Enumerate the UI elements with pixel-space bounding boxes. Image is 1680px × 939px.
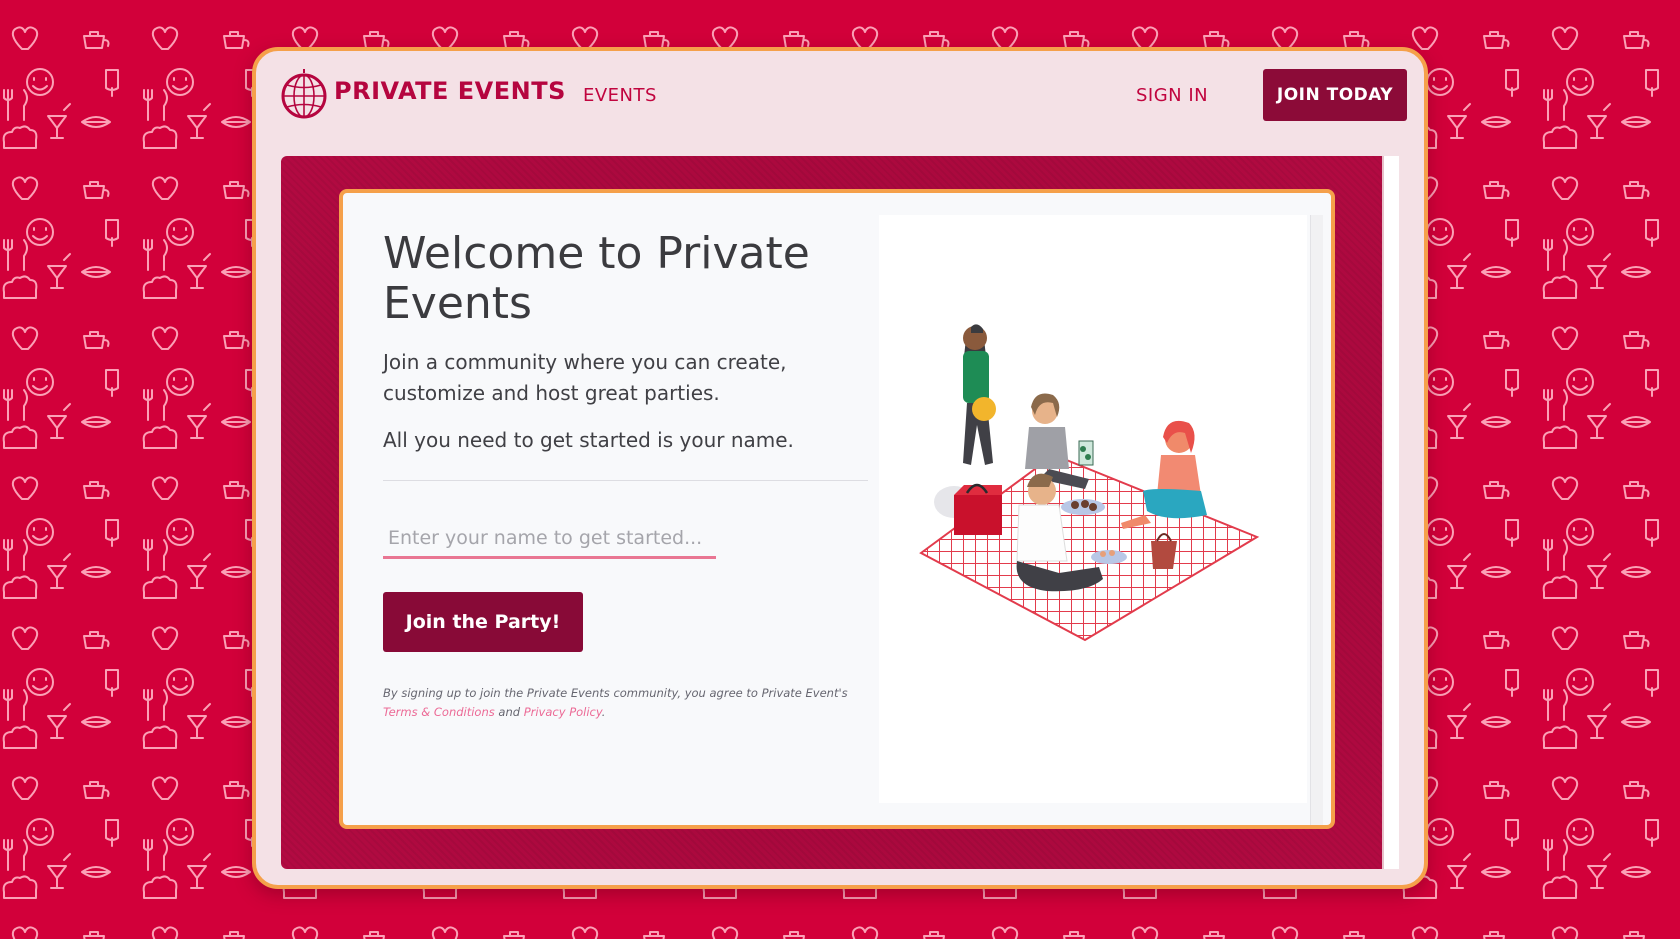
intro-subtext: All you need to get started is your name… [383, 428, 794, 452]
picnic-illustration [919, 324, 1260, 642]
page-title: Welcome to Private Events [383, 228, 810, 329]
name-input[interactable] [383, 519, 716, 559]
card-scrollbar[interactable] [1310, 215, 1323, 825]
sign-in-link[interactable]: SIGN IN [1136, 85, 1208, 106]
legal-suffix: . [601, 705, 606, 719]
disco-ball-icon[interactable] [280, 69, 328, 119]
legal-notice: By signing up to join the Private Events… [383, 684, 863, 722]
intro-text: Join a community where you can create, c… [383, 350, 787, 405]
illustration-panel [879, 215, 1307, 803]
nav-link-events[interactable]: EVENTS [583, 85, 657, 106]
join-today-button[interactable]: JOIN TODAY [1263, 69, 1407, 121]
divider [383, 480, 868, 481]
legal-prefix: By signing up to join the Private Events… [383, 686, 848, 700]
page-scrollbar[interactable] [1382, 156, 1399, 869]
hero-panel: Welcome to Private Events Join a communi… [281, 156, 1399, 869]
navbar: PRIVATE EVENTS EVENTS SIGN IN JOIN TODAY [256, 51, 1424, 151]
browser-frame: PRIVATE EVENTS EVENTS SIGN IN JOIN TODAY… [252, 47, 1428, 889]
join-party-button[interactable]: Join the Party! [383, 592, 583, 652]
terms-link[interactable]: Terms & Conditions [383, 705, 495, 719]
privacy-link[interactable]: Privacy Policy [524, 705, 602, 719]
welcome-card: Welcome to Private Events Join a communi… [339, 189, 1335, 829]
brand-name[interactable]: PRIVATE EVENTS [334, 77, 566, 105]
legal-and: and [498, 705, 521, 719]
